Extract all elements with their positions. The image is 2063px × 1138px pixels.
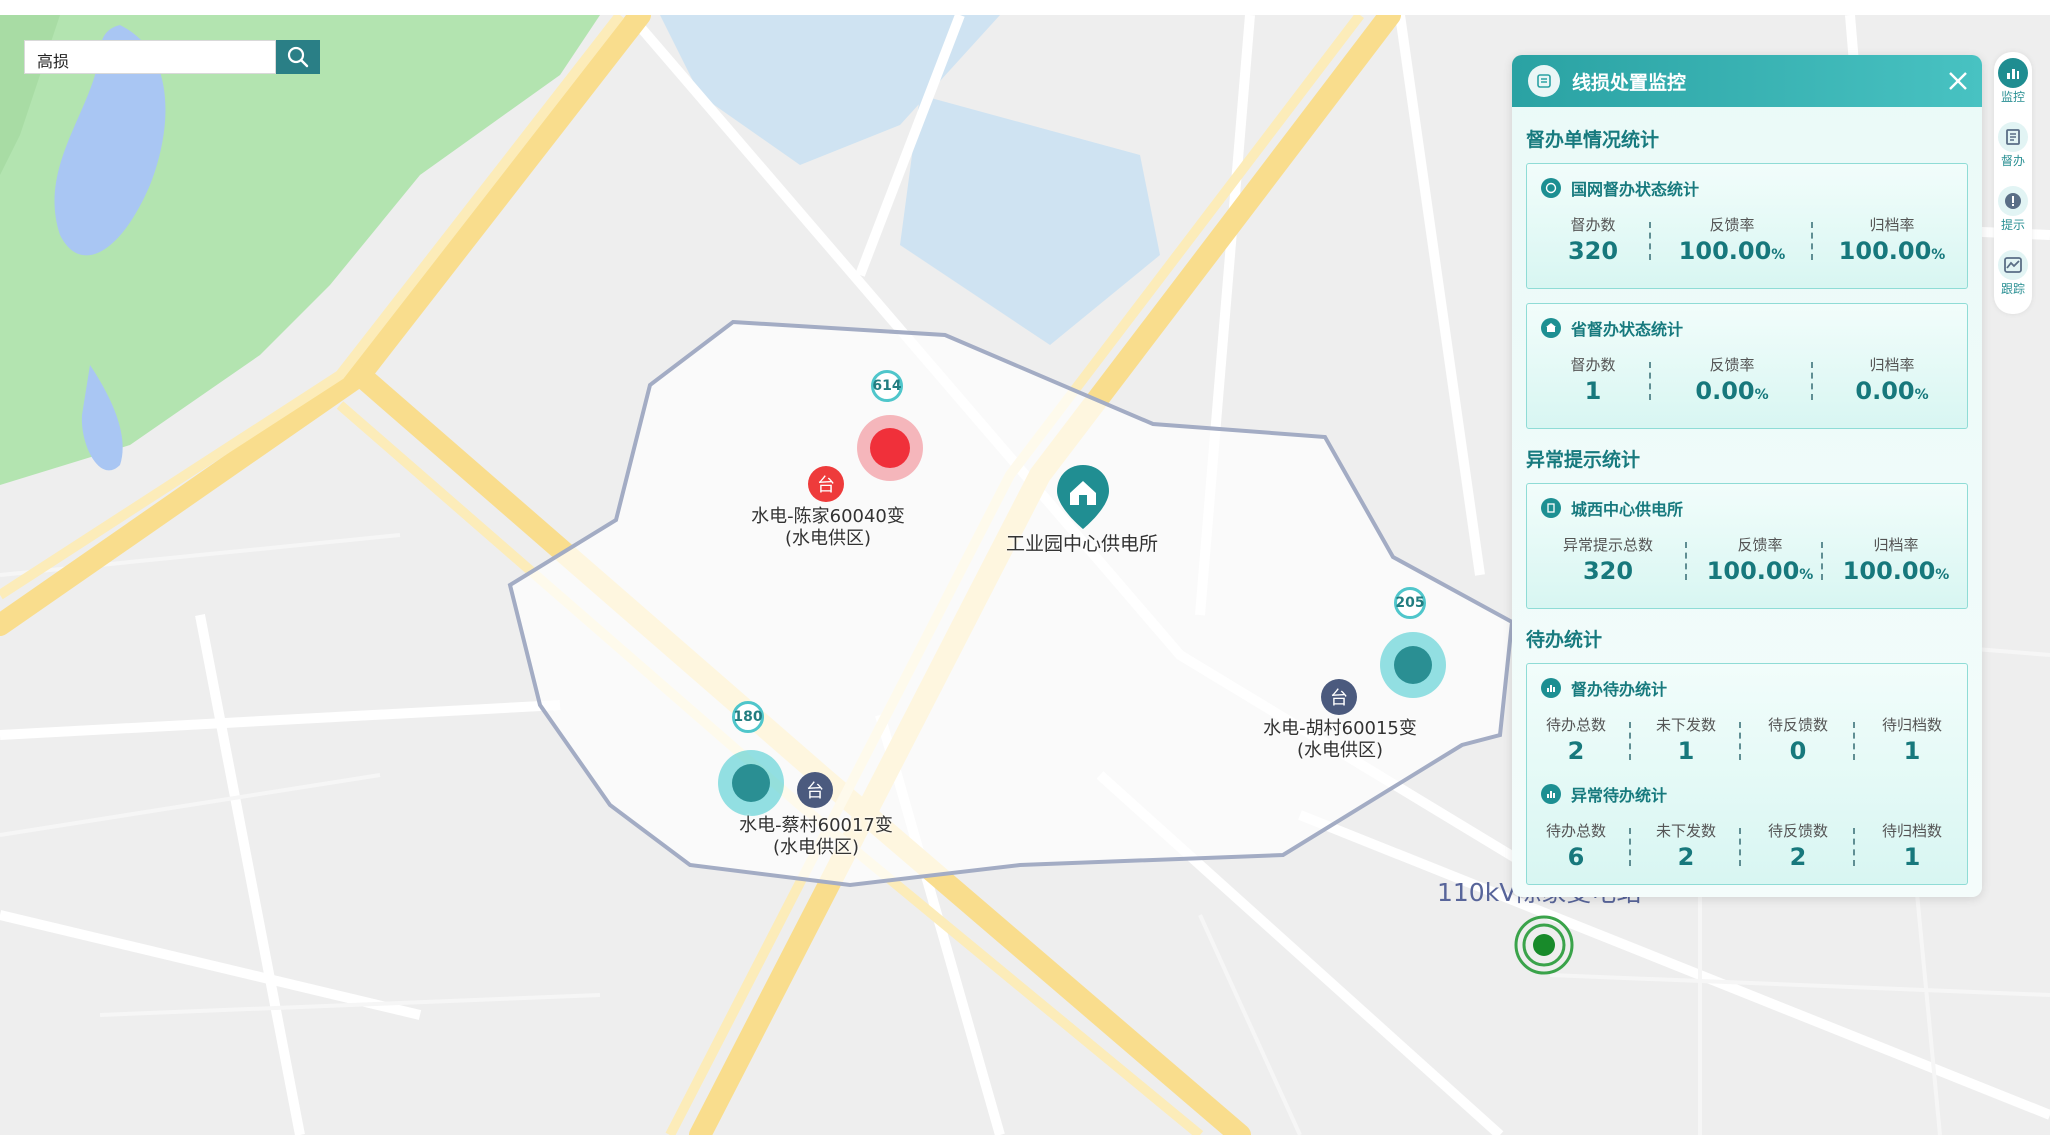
- stat-await-archive: 待归档数 1: [1881, 822, 1942, 871]
- stat-archive-rate: 归档率 0.00%: [1855, 356, 1929, 405]
- anomaly-card: 城西中心供电所 异常提示总数 320 反馈率 100.00% 归档率 100.0…: [1526, 483, 1968, 609]
- divider: [1685, 542, 1687, 580]
- card-title-row: 城西中心供电所: [1541, 496, 1683, 520]
- section-title-anomaly: 异常提示统计: [1526, 449, 1641, 471]
- stat-feedback-rate: 反馈率 0.00%: [1695, 356, 1769, 405]
- card-title: 督办待办统计: [1571, 680, 1668, 699]
- bar-chart-icon: [1998, 58, 2028, 88]
- toolbar-item-supervise[interactable]: 督办: [1994, 122, 2032, 169]
- panel-list-icon: [1528, 65, 1560, 97]
- card-title: 城西中心供电所: [1571, 500, 1684, 519]
- transformer-tag-icon[interactable]: 台: [797, 772, 833, 808]
- alert-icon: [1998, 186, 2028, 216]
- app-window: 110kV陈家变电站 工业园中心供电所 614 台 水电-陈家60040变 (水…: [0, 0, 2063, 1138]
- stat-supervise-count: 督办数 320: [1567, 216, 1619, 265]
- toolbar-item-track[interactable]: 跟踪: [1994, 250, 2032, 297]
- marker-name: 水电-胡村60015变: [1263, 718, 1417, 739]
- marker-count-badge[interactable]: 180: [732, 701, 764, 733]
- search-icon: [287, 46, 309, 68]
- card-title-row: 异常待办统计: [1541, 782, 1667, 806]
- divider: [1629, 722, 1631, 760]
- marker-area: (水电供区): [1296, 740, 1384, 761]
- section-title-supervision: 督办单情况统计: [1526, 129, 1660, 151]
- card-title: 异常待办统计: [1571, 786, 1668, 805]
- line-loss-monitor-panel: 线损处置监控 督办单情况统计 国网督办状态统计 督办数 320 反馈率 100.…: [1512, 55, 1982, 897]
- stat-await-archive: 待归档数 1: [1881, 716, 1942, 765]
- bar-chart-icon: [1541, 678, 1561, 698]
- stat-anomaly-total: 异常提示总数 320: [1562, 536, 1653, 585]
- globe-icon: [1541, 178, 1561, 198]
- divider: [1629, 828, 1631, 866]
- card-title: 国网督办状态统计: [1571, 180, 1700, 199]
- substation-marker: [1514, 915, 1574, 975]
- right-toolbar: 监控 督办 提示 跟踪: [1994, 52, 2032, 314]
- bar-chart-icon: [1541, 784, 1561, 804]
- document-icon: [1998, 122, 2028, 152]
- province-card: 省督办状态统计 督办数 1 反馈率 0.00% 归档率 0.00%: [1526, 303, 1968, 429]
- divider: [1649, 362, 1651, 400]
- stat-archive-rate: 归档率 100.00%: [1838, 216, 1946, 265]
- card-title: 省督办状态统计: [1571, 320, 1684, 339]
- search-input[interactable]: 高损: [24, 40, 276, 74]
- marker-count-badge[interactable]: 614: [871, 370, 903, 402]
- search-bar: 高损: [24, 40, 320, 74]
- stat-pending-total: 待办总数 6: [1545, 822, 1606, 871]
- transformer-tag-icon[interactable]: 台: [1321, 679, 1357, 715]
- home-pin-icon: [1057, 465, 1109, 529]
- building-icon: [1541, 498, 1561, 518]
- stat-await-feedback: 待反馈数 0: [1767, 716, 1828, 765]
- divider: [1853, 722, 1855, 760]
- close-icon[interactable]: [1946, 69, 1970, 93]
- divider: [1739, 828, 1741, 866]
- toolbar-item-alert[interactable]: 提示: [1994, 186, 2032, 233]
- card-title-row: 督办待办统计: [1541, 676, 1667, 700]
- stat-pending-total: 待办总数 2: [1545, 716, 1606, 765]
- stat-feedback-rate: 反馈率 100.00%: [1706, 536, 1814, 585]
- transformer-tag-icon[interactable]: 台: [808, 466, 844, 502]
- stat-supervise-count: 督办数 1: [1570, 356, 1616, 405]
- toolbar-label: 督办: [2000, 154, 2025, 168]
- panel-title: 线损处置监控: [1572, 71, 1687, 94]
- marker-count-badge[interactable]: 205: [1394, 587, 1426, 619]
- toolbar-label: 提示: [2000, 218, 2025, 232]
- station-name: 工业园中心供电所: [1005, 533, 1159, 555]
- stat-not-issued: 未下发数 2: [1655, 822, 1716, 871]
- search-button[interactable]: [276, 40, 320, 74]
- marker-name: 水电-蔡村60017变: [739, 815, 893, 836]
- divider: [1649, 222, 1651, 260]
- toolbar-label: 监控: [2000, 90, 2025, 104]
- card-title-row: 省督办状态统计: [1541, 316, 1683, 340]
- divider: [1811, 362, 1813, 400]
- transformer-alarm-marker[interactable]: [857, 415, 923, 481]
- divider: [1739, 722, 1741, 760]
- divider: [1853, 828, 1855, 866]
- stat-feedback-rate: 反馈率 100.00%: [1678, 216, 1786, 265]
- toolbar-item-monitor[interactable]: 监控: [1994, 58, 2032, 105]
- station-home-marker[interactable]: [1055, 463, 1111, 531]
- divider: [1811, 222, 1813, 260]
- card-title-row: 国网督办状态统计: [1541, 176, 1699, 200]
- transformer-marker[interactable]: [718, 750, 784, 816]
- marker-name: 水电-陈家60040变: [751, 506, 905, 527]
- marker-area: (水电供区): [784, 528, 872, 549]
- divider: [1821, 542, 1823, 580]
- marker-area: (水电供区): [772, 837, 860, 858]
- stat-not-issued: 未下发数 1: [1655, 716, 1716, 765]
- trend-icon: [1998, 250, 2028, 280]
- stat-archive-rate: 归档率 100.00%: [1842, 536, 1950, 585]
- stat-await-feedback: 待反馈数 2: [1767, 822, 1828, 871]
- panel-header: 线损处置监控: [1512, 55, 1982, 107]
- bank-icon: [1541, 318, 1561, 338]
- state-grid-card: 国网督办状态统计 督办数 320 反馈率 100.00% 归档率 100.00%: [1526, 163, 1968, 289]
- transformer-marker[interactable]: [1380, 632, 1446, 698]
- section-title-pending: 待办统计: [1526, 629, 1603, 651]
- toolbar-label: 跟踪: [2000, 282, 2025, 296]
- pending-card: 督办待办统计 待办总数 2 未下发数 1 待反馈数 0 待归档数 1 异常待办统…: [1526, 663, 1968, 885]
